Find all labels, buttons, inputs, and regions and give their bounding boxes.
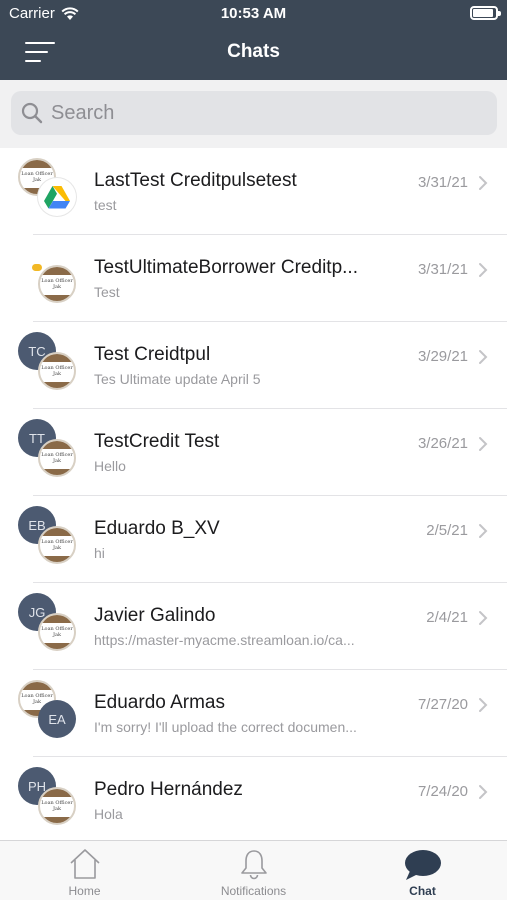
chevron-right-icon <box>479 350 488 364</box>
chevron-right-icon <box>479 263 488 277</box>
avatar: EB Loan Officer Jak <box>18 506 80 568</box>
tab-label: Home <box>68 884 101 898</box>
tab-bar: Home Notifications Chat <box>0 840 507 900</box>
chat-preview: Tes Ultimate update April 5 <box>94 371 261 387</box>
chevron-right-icon <box>479 785 488 799</box>
chat-list: Loan Officer Jak LastTest Creditpulsetes… <box>0 148 507 844</box>
drive-icon <box>38 178 76 216</box>
chevron-right-icon <box>479 176 488 190</box>
chat-date: 3/29/21 <box>417 348 468 365</box>
chat-name: Test Creidtpul <box>94 344 211 365</box>
chat-date: 7/24/20 <box>417 783 468 800</box>
chevron-right-icon <box>479 524 488 538</box>
search-bar: Search <box>0 80 507 148</box>
loan-officer-logo: Loan Officer Jak <box>38 613 76 651</box>
avatar: Loan Officer Jak <box>18 158 80 220</box>
search-icon <box>21 102 43 124</box>
loan-officer-logo: Loan Officer Jak <box>38 526 76 564</box>
status-dot <box>32 264 42 271</box>
chat-date: 2/5/21 <box>426 522 468 539</box>
chevron-right-icon <box>479 611 488 625</box>
chat-preview: https://master-myacme.streamloan.io/ca..… <box>94 632 355 648</box>
home-icon <box>69 849 100 879</box>
chat-name: Eduardo B_XV <box>94 518 220 539</box>
initials-avatar: EA <box>38 700 76 738</box>
avatar: JG Loan Officer Jak <box>18 593 80 655</box>
tab-label: Chat <box>409 884 436 898</box>
app-header: Carrier 10:53 AM Chats <box>0 0 507 80</box>
chat-name: LastTest Creditpulsetest <box>94 170 297 191</box>
chat-preview: Hola <box>94 806 123 822</box>
loan-officer-logo: Loan Officer Jak <box>38 787 76 825</box>
chat-preview: I'm sorry! I'll upload the correct docum… <box>94 719 357 735</box>
search-input[interactable]: Search <box>11 91 497 135</box>
bell-icon <box>240 850 267 880</box>
chat-name: TestUltimateBorrower Creditp... <box>94 257 358 278</box>
chat-bubble-icon <box>404 850 441 880</box>
chat-name: TestCredit Test <box>94 431 220 452</box>
chat-row[interactable]: TC Loan Officer Jak Test Creidtpul Tes U… <box>0 322 507 409</box>
loan-officer-logo: Loan Officer Jak <box>38 439 76 477</box>
loan-officer-logo: Loan Officer Jak <box>38 352 76 390</box>
chevron-right-icon <box>479 437 488 451</box>
battery-icon <box>470 6 501 20</box>
avatar: PH Loan Officer Jak <box>18 767 80 829</box>
chat-date: 2/4/21 <box>426 609 468 626</box>
tab-notifications[interactable]: Notifications <box>169 841 338 900</box>
search-placeholder: Search <box>51 101 115 124</box>
loan-officer-logo: Loan Officer Jak <box>38 265 76 303</box>
chat-preview: Test <box>94 284 120 300</box>
chat-row[interactable]: PH Loan Officer Jak Pedro Hernández Hola… <box>0 757 507 844</box>
chat-date: 3/31/21 <box>417 261 468 278</box>
tab-label: Notifications <box>220 884 287 898</box>
chat-date: 3/31/21 <box>417 174 468 191</box>
status-bar: Carrier 10:53 AM <box>0 0 507 28</box>
chat-row[interactable]: Loan Officer Jak EA Eduardo Armas I'm so… <box>0 670 507 757</box>
tab-home[interactable]: Home <box>0 841 169 900</box>
chevron-right-icon <box>479 698 488 712</box>
chat-date: 7/27/20 <box>417 696 468 713</box>
chat-preview: Hello <box>94 458 126 474</box>
chat-row[interactable]: EB Loan Officer Jak Eduardo B_XV hi 2/5/… <box>0 496 507 583</box>
chat-name: Eduardo Armas <box>94 692 225 713</box>
avatar: TT Loan Officer Jak <box>18 419 80 481</box>
chat-preview: test <box>94 197 117 213</box>
tab-chat[interactable]: Chat <box>338 841 507 900</box>
chat-row[interactable]: Loan Officer Jak TestUltimateBorrower Cr… <box>0 235 507 322</box>
chat-name: Javier Galindo <box>94 605 216 626</box>
page-title: Chats <box>227 41 280 62</box>
status-time: 10:53 AM <box>220 5 287 22</box>
chat-row[interactable]: Loan Officer Jak LastTest Creditpulsetes… <box>0 148 507 235</box>
avatar: TC Loan Officer Jak <box>18 332 80 394</box>
chat-preview: hi <box>94 545 105 561</box>
chat-row[interactable]: TT Loan Officer Jak TestCredit Test Hell… <box>0 409 507 496</box>
avatar: Loan Officer Jak EA <box>18 680 80 742</box>
chat-date: 3/26/21 <box>417 435 468 452</box>
chat-name: Pedro Hernández <box>94 779 243 800</box>
chat-row[interactable]: JG Loan Officer Jak Javier Galindo https… <box>0 583 507 670</box>
avatar: Loan Officer Jak <box>18 245 80 307</box>
